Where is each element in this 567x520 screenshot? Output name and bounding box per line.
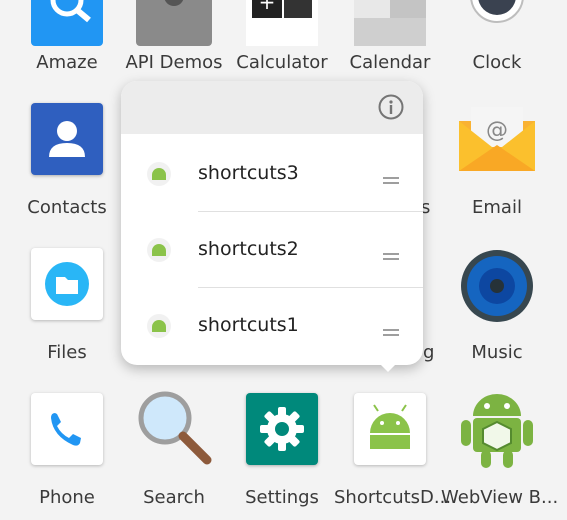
app-label: Files [47,342,87,363]
contacts-icon [31,103,103,175]
calendar-icon [354,0,426,46]
info-icon[interactable] [378,94,404,120]
app-label: Clock [472,52,522,73]
app-label: Amaze [36,52,98,73]
app-music[interactable]: Music [441,248,553,366]
partial-app-label: g [423,342,435,363]
files-icon [31,248,103,320]
shortcut-label: shortcuts3 [198,162,299,184]
app-shortcuts-popup: shortcuts3 shortcuts2 shortcuts1 [121,81,423,372]
app-label: Phone [39,487,95,508]
app-email[interactable]: @ Email [441,103,553,221]
magnifier-icon [133,386,215,468]
api-demos-icon [136,0,212,46]
music-icon [459,248,535,324]
app-label: Search [143,487,205,508]
app-label: Music [471,342,523,363]
app-webview[interactable]: WebView B... [441,386,559,511]
app-label: API Demos [125,52,223,73]
app-api-demos[interactable]: API Demos [118,0,230,80]
app-calculator[interactable]: + Calculator [226,0,338,80]
app-clock[interactable]: Clock [441,0,553,80]
app-contacts[interactable]: Contacts [11,103,123,221]
amaze-icon [31,0,103,46]
shortcut-item[interactable]: shortcuts3 [121,136,423,212]
app-files[interactable]: Files [11,248,123,366]
shortcut-label: shortcuts1 [198,314,299,336]
drag-handle-icon[interactable] [383,170,399,184]
gear-icon [246,393,318,465]
app-label: Email [472,197,522,218]
svg-text:@: @ [486,118,508,143]
app-amaze[interactable]: Amaze [11,0,123,80]
shortcut-item[interactable]: shortcuts1 [121,288,423,364]
android-icon [147,238,171,262]
app-phone[interactable]: Phone [11,393,123,511]
app-calendar[interactable]: Calendar [334,0,446,80]
drag-handle-icon[interactable] [383,246,399,260]
app-shortcuts-demo[interactable]: ShortcutsD... [334,393,452,511]
app-label: Settings [245,487,319,508]
clock-icon [461,0,533,46]
email-icon: @ [457,103,537,175]
app-settings[interactable]: Settings [226,393,338,511]
drag-handle-icon[interactable] [383,322,399,336]
app-label: ShortcutsD... [334,487,452,508]
shortcut-label: shortcuts2 [198,238,299,260]
popup-pointer [379,363,397,372]
android-icon [354,393,426,465]
app-search[interactable]: Search [118,386,230,511]
android-icon [147,314,171,338]
calculator-icon: + [246,0,318,46]
shortcut-item[interactable]: shortcuts2 [121,212,423,288]
phone-icon [31,393,103,465]
app-label: Calculator [236,52,328,73]
app-label: WebView B... [441,487,559,508]
app-label: Calendar [349,52,431,73]
app-label: Contacts [27,197,107,218]
android-icon [147,162,171,186]
android-webview-icon [457,386,537,472]
svg-text:+: + [259,0,276,14]
popup-header [121,81,423,134]
